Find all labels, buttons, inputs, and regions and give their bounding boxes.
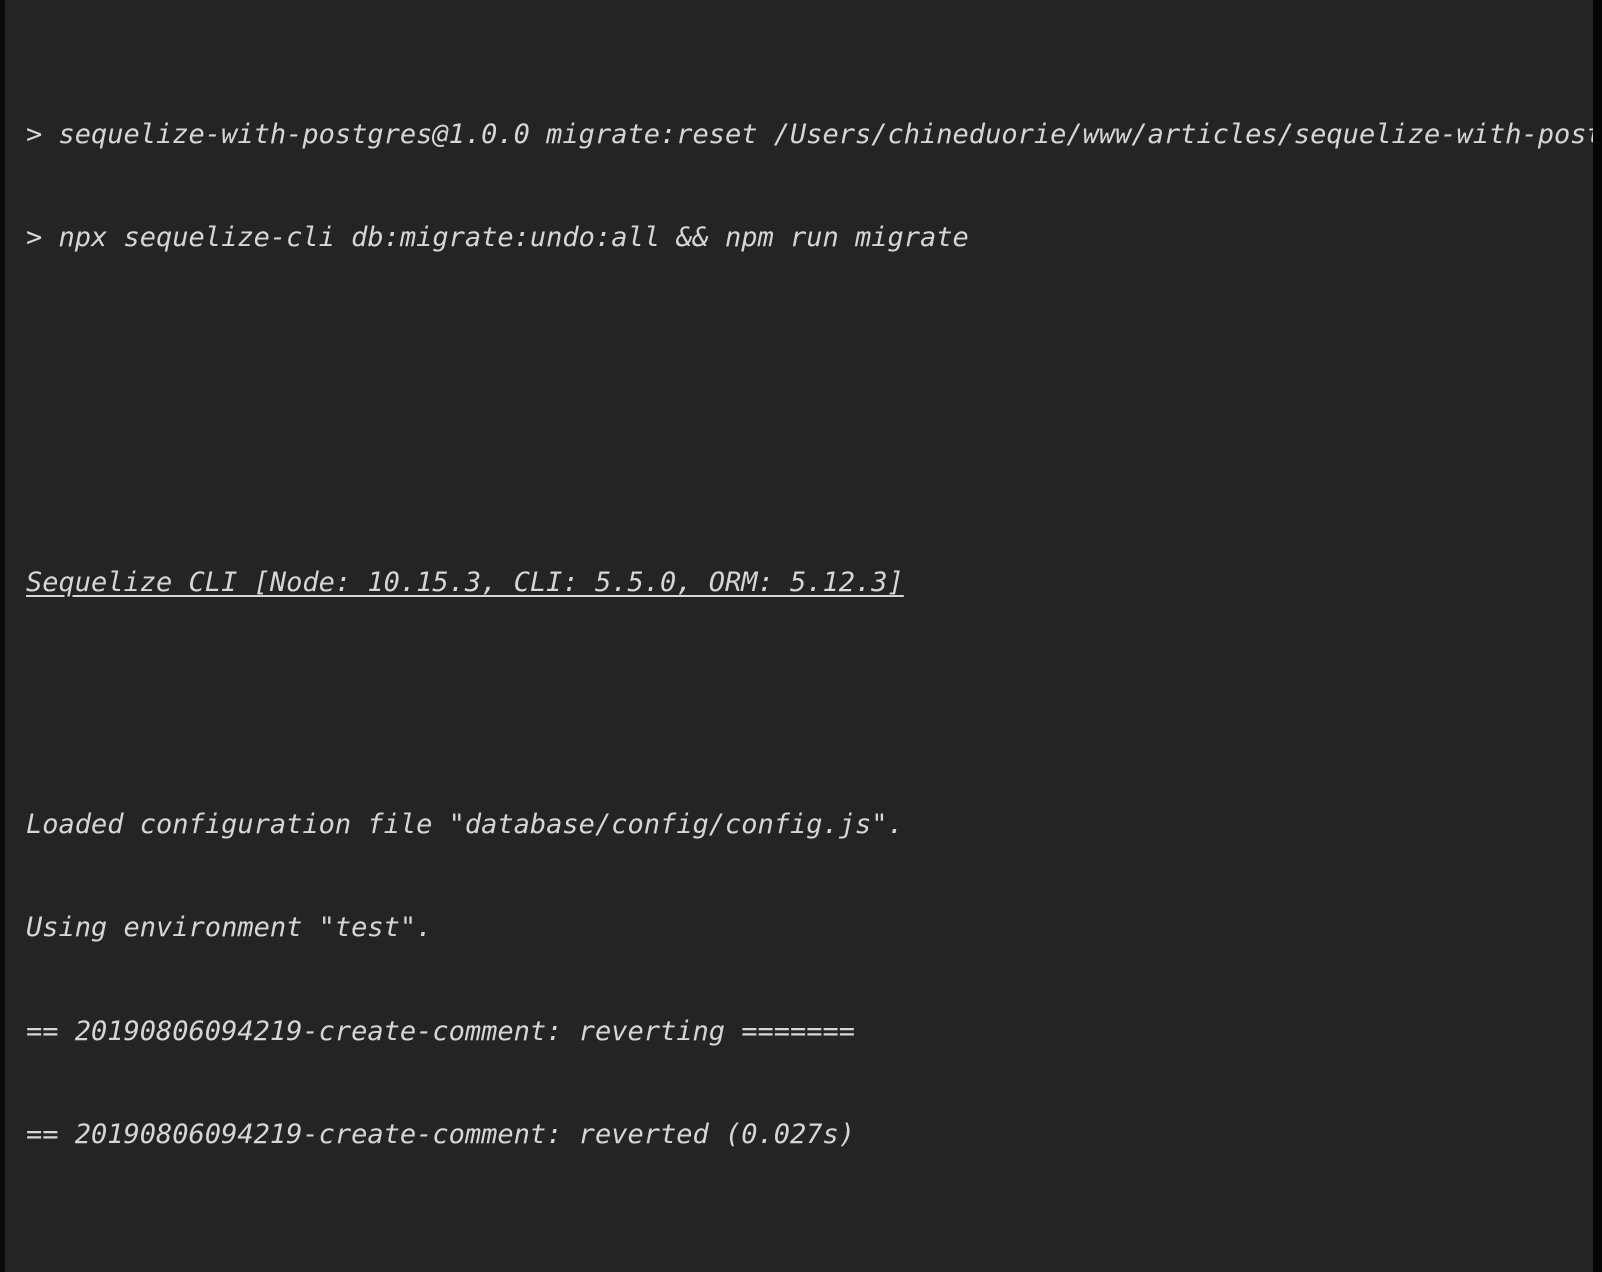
terminal-line-loaded-config: Loaded configuration file "database/conf… [26,808,904,840]
terminal-line-npm-script-header: > sequelize-with-postgres@1.0.0 migrate:… [26,118,1602,150]
terminal-right-gutter [1593,0,1602,1272]
sequelize-cli-version-text: Sequelize CLI [Node: 10.15.3, CLI: 5.5.0… [26,567,904,598]
terminal-left-gutter [0,0,5,1272]
terminal-line-npm-script-command: > npx sequelize-cli db:migrate:undo:all … [26,222,969,253]
terminal-line-migration-status: == 20190806094219-create-comment: revert… [26,1119,856,1150]
terminal-line-sequelize-cli-version: Sequelize CLI [Node: 10.15.3, CLI: 5.5.0… [26,566,1602,601]
terminal-window: > sequelize-with-postgres@1.0.0 migrate:… [0,0,1602,1272]
terminal-line-migration-status: == 20190806094219-create-comment: revert… [26,1015,856,1047]
terminal-line-using-environment: Using environment "test". [26,912,433,943]
terminal-output-area[interactable]: > sequelize-with-postgres@1.0.0 migrate:… [0,0,1602,1272]
